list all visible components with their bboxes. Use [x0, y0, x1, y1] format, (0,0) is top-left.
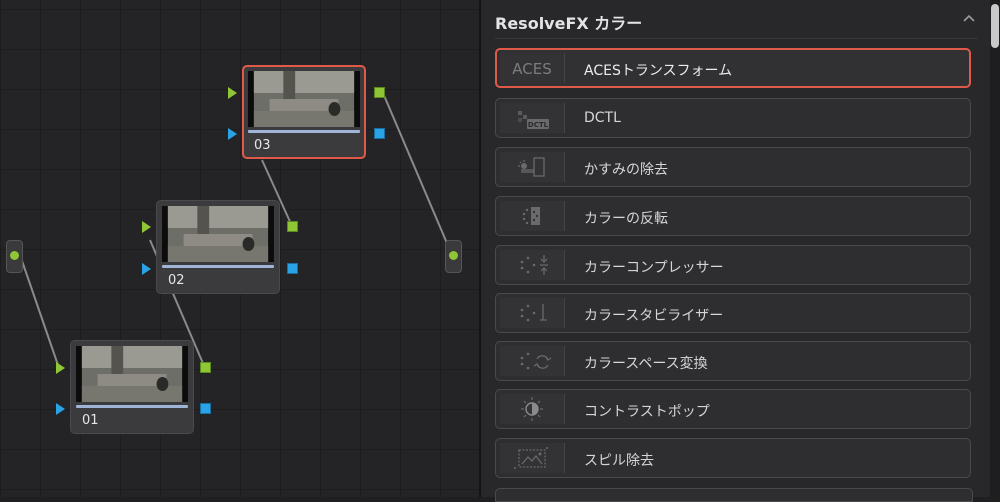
svg-text:DCTL: DCTL [528, 121, 549, 129]
color-stabilizer-icon [500, 298, 565, 328]
despill-icon [500, 443, 565, 473]
title-divider [495, 38, 978, 39]
node-thumbnail [162, 206, 274, 262]
node-progress-bar [162, 265, 274, 268]
node-02-rgb-output[interactable] [287, 221, 298, 232]
scrollbar-thumb[interactable] [991, 4, 999, 48]
panel-title: ResolveFX カラー [495, 14, 643, 33]
chevron-up-icon[interactable] [962, 12, 976, 26]
node-label: 03 [254, 138, 271, 153]
fx-item-label: カラースタビライザー [584, 308, 724, 324]
node-01-key-output[interactable] [200, 403, 211, 414]
fx-item-color-space-transform[interactable]: カラースペース変換 [495, 341, 971, 381]
color-compressor-icon [500, 250, 565, 280]
fx-item-color-stabilizer[interactable]: カラースタビライザー [495, 293, 971, 333]
svg-text:ACES: ACES [512, 60, 551, 78]
source-output-port[interactable] [10, 251, 19, 260]
node-01-rgb-output[interactable] [200, 362, 211, 373]
panel-scrollbar[interactable] [990, 0, 1000, 497]
node-thumbnail [76, 346, 188, 402]
node-03-key-input[interactable] [228, 128, 237, 140]
fx-item-dctl[interactable]: DCTL DCTL [495, 98, 971, 138]
contrast-pop-icon [500, 394, 565, 424]
node-03-rgb-output[interactable] [374, 87, 385, 98]
fx-item-label: カラースペース変換 [584, 356, 708, 372]
fx-item-label: DCTL [584, 110, 621, 126]
aces-icon: ACES [500, 53, 565, 83]
node-03-rgb-input[interactable] [228, 87, 237, 99]
fx-item-partial[interactable] [495, 488, 973, 502]
color-space-transform-icon [500, 346, 565, 376]
color-invert-icon [500, 201, 565, 231]
node-progress-bar [76, 405, 188, 408]
fx-item-dehaze[interactable]: かすみの除去 [495, 147, 971, 187]
output-input-port[interactable] [449, 251, 458, 260]
fx-item-aces-transform[interactable]: ACES ACESトランスフォーム [495, 48, 971, 88]
node-01-key-input[interactable] [56, 403, 65, 415]
fx-item-label: カラーの反転 [584, 211, 668, 227]
fx-item-label: コントラストポップ [584, 404, 710, 420]
node-thumbnail [248, 71, 360, 127]
effects-library-panel: ResolveFX カラー ACES ACESトランスフォーム DCTL DCT… [481, 0, 1000, 502]
node-02-key-input[interactable] [142, 263, 151, 275]
fx-item-label: かすみの除去 [584, 162, 668, 178]
node-03[interactable]: 03 [242, 65, 366, 159]
node-progress-bar [248, 130, 360, 133]
fx-item-label: カラーコンプレッサー [584, 260, 724, 276]
fx-item-color-compressor[interactable]: カラーコンプレッサー [495, 245, 971, 285]
node-label: 01 [82, 413, 99, 428]
node-03-key-output[interactable] [374, 128, 385, 139]
fx-item-label: スピル除去 [584, 453, 654, 469]
fx-item-despill[interactable]: スピル除去 [495, 438, 971, 478]
dctl-icon: DCTL [500, 103, 565, 133]
node-02[interactable]: 02 [156, 200, 280, 294]
dehaze-icon [500, 152, 565, 182]
node-graph[interactable]: 01 02 03 [0, 0, 479, 497]
output-node[interactable] [445, 240, 462, 273]
node-label: 02 [168, 273, 185, 288]
fx-item-label: ACESトランスフォーム [584, 63, 733, 79]
node-02-key-output[interactable] [287, 263, 298, 274]
fx-item-contrast-pop[interactable]: コントラストポップ [495, 389, 971, 429]
node-02-rgb-input[interactable] [142, 221, 151, 233]
source-input-node[interactable] [6, 240, 23, 273]
node-01-rgb-input[interactable] [56, 362, 65, 374]
fx-item-color-invert[interactable]: カラーの反転 [495, 196, 971, 236]
node-01[interactable]: 01 [70, 340, 194, 434]
